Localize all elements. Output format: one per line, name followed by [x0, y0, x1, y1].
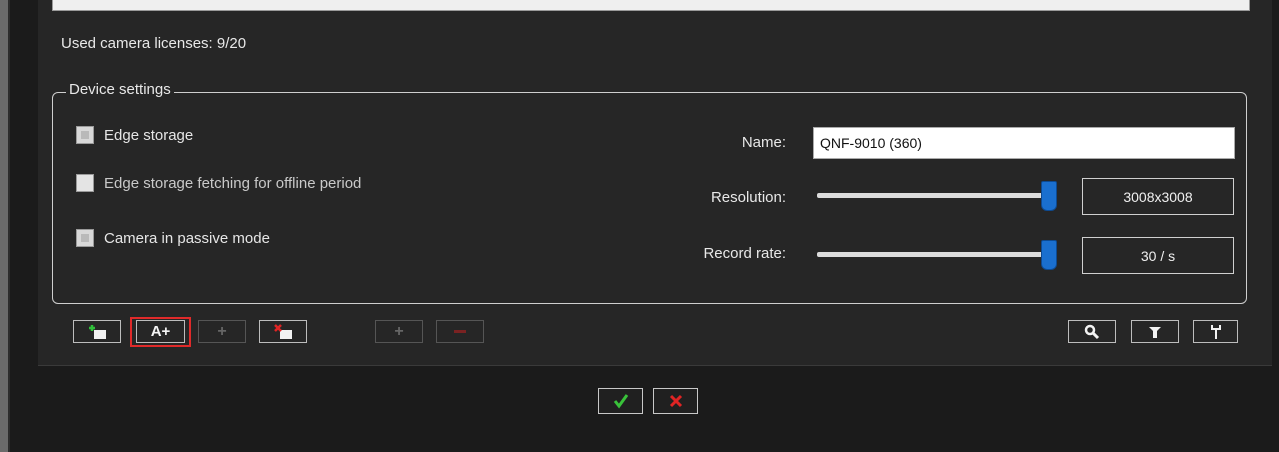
- window-left-border-inner: [8, 0, 10, 452]
- passive-mode-option[interactable]: Camera in passive mode: [76, 229, 270, 247]
- tools-button[interactable]: [1193, 320, 1238, 343]
- edge-storage-option[interactable]: Edge storage: [76, 126, 193, 144]
- filter-button[interactable]: [1131, 320, 1179, 343]
- search-button[interactable]: [1068, 320, 1116, 343]
- record-rate-slider-thumb[interactable]: [1041, 240, 1057, 270]
- name-label: Name:: [741, 134, 786, 151]
- add-disabled-button: +: [198, 320, 246, 343]
- record-rate-label: Record rate:: [703, 245, 786, 262]
- record-rate-value: 30 / s: [1082, 237, 1234, 274]
- auto-add-label: A+: [150, 323, 171, 340]
- device-settings-title: Device settings: [66, 81, 174, 98]
- search-icon: [1084, 324, 1100, 339]
- resolution-label: Resolution:: [710, 189, 786, 206]
- resolution-slider-thumb[interactable]: [1041, 181, 1057, 211]
- add-group-button: +: [375, 320, 423, 343]
- record-rate-slider-track[interactable]: [817, 252, 1049, 257]
- camera-list-bottom-edge: [52, 0, 1250, 11]
- name-input[interactable]: QNF-9010 (360): [813, 127, 1235, 159]
- add-device-button[interactable]: [73, 320, 121, 343]
- edge-storage-fetching-label: Edge storage fetching for offline period: [104, 174, 362, 192]
- passive-mode-checkbox[interactable]: [76, 229, 94, 247]
- edge-storage-checkbox[interactable]: [76, 126, 94, 144]
- resolution-value: 3008x3008: [1082, 178, 1234, 215]
- cancel-button[interactable]: [653, 388, 698, 414]
- remove-group-button: [436, 320, 484, 343]
- passive-mode-label: Camera in passive mode: [104, 229, 270, 247]
- plus-icon: +: [394, 322, 404, 340]
- auto-add-button[interactable]: A+: [136, 320, 185, 343]
- remove-device-button[interactable]: [259, 320, 307, 343]
- wrench-icon: [1210, 324, 1221, 339]
- camera-licenses-text: Used camera licenses: 9/20: [61, 35, 247, 52]
- edge-storage-label: Edge storage: [104, 126, 194, 144]
- remove-device-icon: [274, 323, 292, 339]
- plus-icon: +: [217, 322, 227, 340]
- minus-icon: [454, 330, 466, 333]
- add-device-icon: [89, 324, 106, 339]
- edge-storage-fetching-option: Edge storage fetching for offline period: [76, 174, 361, 192]
- window-left-border: [0, 0, 8, 452]
- filter-icon: [1149, 326, 1161, 338]
- ok-button[interactable]: [598, 388, 643, 414]
- resolution-slider-track[interactable]: [817, 193, 1049, 198]
- check-icon: [613, 394, 628, 409]
- x-icon: [669, 394, 682, 408]
- edge-storage-fetching-checkbox: [76, 174, 94, 192]
